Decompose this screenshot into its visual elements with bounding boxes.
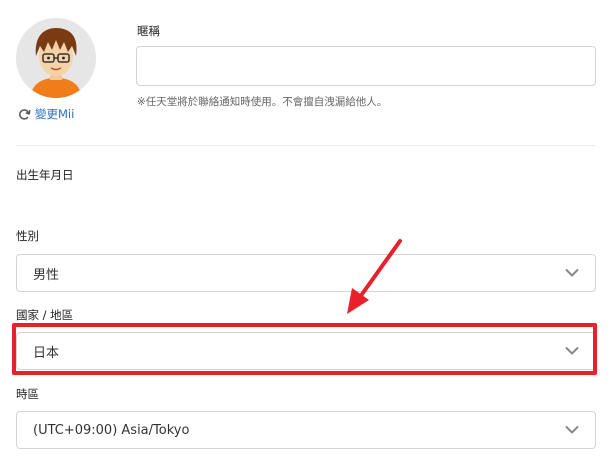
change-mii-link[interactable]: 變更Mii: [18, 106, 74, 122]
region-label: 國家 / 地區: [16, 308, 74, 322]
mii-avatar-image: [16, 18, 96, 98]
refresh-icon: [19, 108, 31, 120]
birthday-label: 出生年月日: [16, 168, 74, 182]
chevron-down-icon: [565, 269, 579, 277]
nickname-hint: ※任天堂將於聯絡通知時使用。不會擅自洩漏給他人。: [137, 96, 388, 108]
section-divider: [16, 145, 596, 146]
timezone-select[interactable]: (UTC+09:00) Asia/Tokyo: [16, 411, 596, 449]
mii-avatar: [16, 18, 96, 98]
chevron-down-icon: [565, 347, 579, 355]
nickname-field-wrapper: [136, 46, 596, 86]
region-select[interactable]: 日本: [16, 332, 596, 370]
gender-label: 性別: [16, 229, 39, 243]
change-mii-label[interactable]: 變更Mii: [35, 106, 74, 122]
nickname-input[interactable]: [137, 47, 595, 85]
region-selected-value: 日本: [33, 345, 60, 361]
timezone-label: 時區: [16, 387, 39, 401]
chevron-down-icon: [565, 426, 579, 434]
gender-selected-value: 男性: [33, 267, 60, 283]
gender-select[interactable]: 男性: [16, 254, 596, 292]
nickname-label: 暱稱: [137, 24, 160, 38]
timezone-selected-value: (UTC+09:00) Asia/Tokyo: [33, 422, 190, 438]
